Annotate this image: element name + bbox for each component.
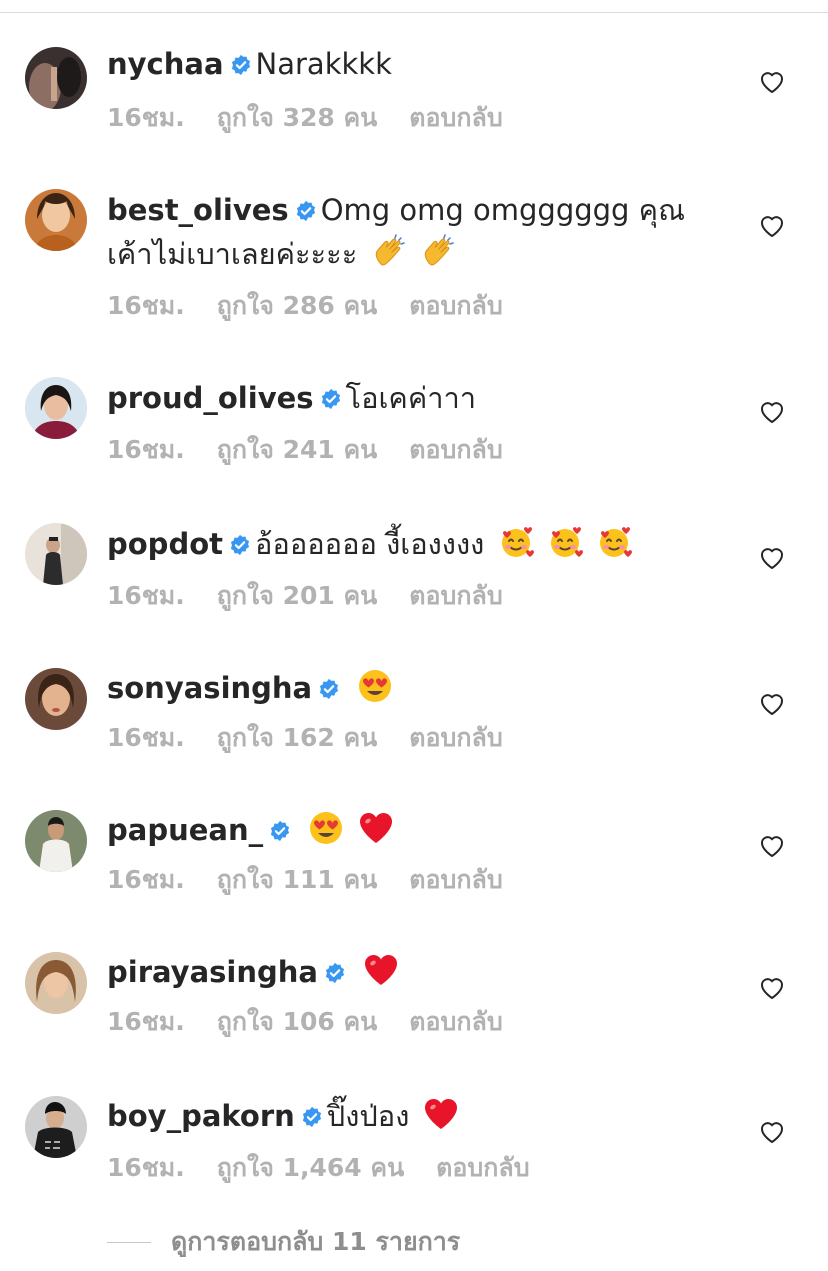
comment-item: proud_olives โอเคค่าาา 16ชม. ถูกใจ 241 คน ต…: [0, 374, 828, 474]
comment-body: อ้ออออออ งี้เองงงง: [255, 527, 485, 561]
comment-body: Narakkkk: [255, 47, 392, 81]
like-heart-icon[interactable]: [759, 214, 785, 238]
view-replies-button[interactable]: ดูการตอบกลับ 11 รายการ: [107, 1222, 460, 1262]
like-heart-icon[interactable]: [759, 1120, 785, 1144]
comment-text: nychaa Narakkkk: [107, 42, 707, 86]
red-heart-emoji: [365, 955, 398, 985]
comment-meta: 16ชม. ถูกใจ 328 คน ตอบกลับ: [107, 98, 535, 138]
comment-time: 16ชม.: [107, 103, 185, 132]
comment-time: 16ชม.: [107, 1153, 185, 1182]
comment-username[interactable]: papuean_: [107, 813, 263, 847]
comment-username[interactable]: sonyasingha: [107, 671, 312, 705]
like-heart-icon[interactable]: [759, 70, 785, 94]
comment-text: papuean_: [107, 808, 707, 852]
comment-item: sonyasingha 16ชม. ถูกใจ 162 คน ตอบกลับ: [0, 664, 828, 764]
comment-meta: 16ชม. ถูกใจ 162 คน ตอบกลับ: [107, 718, 535, 758]
comment-likes[interactable]: ถูกใจ 328 คน: [217, 103, 378, 132]
like-heart-icon[interactable]: [759, 400, 785, 424]
clapping-hands-emoji: [424, 234, 454, 266]
comment-username[interactable]: popdot: [107, 527, 223, 561]
comment-item: pirayasingha 16ชม. ถูกใจ 106 คน ตอบกลับ: [0, 948, 828, 1048]
comment-time: 16ชม.: [107, 435, 185, 464]
view-replies-label: ดูการตอบกลับ 11 รายการ: [171, 1227, 461, 1256]
avatar[interactable]: [25, 523, 87, 585]
comment-likes[interactable]: ถูกใจ 286 คน: [217, 291, 378, 320]
comment-meta: 16ชม. ถูกใจ 1,464 คน ตอบกลับ: [107, 1148, 562, 1188]
smiling-face-with-hearts-emoji: [501, 527, 534, 557]
comment-meta: 16ชม. ถูกใจ 106 คน ตอบกลับ: [107, 1002, 535, 1042]
reply-button[interactable]: ตอบกลับ: [409, 581, 502, 610]
comment-item: best_olives Omg omg omgggggg คุณเค้าไม่เบ…: [0, 186, 828, 326]
clapping-hands-emoji: [375, 234, 405, 266]
comment-body: ปิ๊งป่อง: [326, 1099, 410, 1133]
comment-text: sonyasingha: [107, 666, 707, 710]
comment-likes[interactable]: ถูกใจ 201 คน: [217, 581, 378, 610]
view-replies-rule: [107, 1241, 151, 1243]
comment-item: popdot อ้ออออออ งี้เองงงง 16ชม. ถูกใจ 201 …: [0, 520, 828, 620]
like-heart-icon[interactable]: [759, 976, 785, 1000]
heart-eyes-emoji: [310, 812, 343, 844]
avatar[interactable]: [25, 668, 87, 730]
avatar[interactable]: [25, 189, 87, 251]
reply-button[interactable]: ตอบกลับ: [409, 103, 502, 132]
reply-button[interactable]: ตอบกลับ: [409, 1007, 502, 1036]
comment-meta: 16ชม. ถูกใจ 241 คน ตอบกลับ: [107, 430, 535, 470]
like-heart-icon[interactable]: [759, 546, 785, 570]
smiling-face-with-hearts-emoji: [550, 527, 583, 557]
red-heart-emoji: [424, 1099, 457, 1129]
comment-time: 16ชม.: [107, 1007, 185, 1036]
verified-badge-icon: [271, 820, 290, 842]
comment-text: proud_olives โอเคค่าาา: [107, 376, 707, 420]
comment-likes[interactable]: ถูกใจ 1,464 คน: [217, 1153, 404, 1182]
reply-button[interactable]: ตอบกลับ: [409, 865, 502, 894]
comment-likes[interactable]: ถูกใจ 162 คน: [217, 723, 378, 752]
avatar[interactable]: [25, 810, 87, 872]
comment-username[interactable]: nychaa: [107, 47, 224, 81]
comment-meta: 16ชม. ถูกใจ 111 คน ตอบกลับ: [107, 860, 535, 900]
verified-badge-icon: [320, 678, 339, 700]
red-heart-emoji: [359, 813, 392, 843]
comment-meta: 16ชม. ถูกใจ 201 คน ตอบกลับ: [107, 576, 535, 616]
comment-text: boy_pakorn ปิ๊งป่อง: [107, 1094, 707, 1138]
comment-username[interactable]: boy_pakorn: [107, 1099, 295, 1133]
reply-button[interactable]: ตอบกลับ: [409, 723, 502, 752]
avatar[interactable]: [25, 47, 87, 109]
smiling-face-with-hearts-emoji: [599, 527, 632, 557]
reply-button[interactable]: ตอบกลับ: [409, 291, 502, 320]
comment-username[interactable]: proud_olives: [107, 381, 314, 415]
comment-item: nychaa Narakkkk 16ชม. ถูกใจ 328 คน ตอบกลับ: [0, 40, 828, 140]
verified-badge-icon: [230, 534, 250, 556]
comment-time: 16ชม.: [107, 291, 185, 320]
comment-time: 16ชม.: [107, 723, 185, 752]
avatar[interactable]: [25, 377, 87, 439]
comment-item: papuean_ 16ชม. ถูกใจ 111 คน ตอบกลับ: [0, 806, 828, 906]
comment-meta: 16ชม. ถูกใจ 286 คน ตอบกลับ: [107, 286, 535, 326]
comment-likes[interactable]: ถูกใจ 111 คน: [217, 865, 378, 894]
verified-badge-icon: [321, 388, 340, 410]
verified-badge-icon: [296, 200, 315, 222]
avatar[interactable]: [25, 952, 87, 1014]
comment-username[interactable]: best_olives: [107, 193, 289, 227]
comment-item: boy_pakorn ปิ๊งป่อง 16ชม. ถูกใจ 1,464 คน ตอ…: [0, 1092, 828, 1192]
comment-text: pirayasingha: [107, 950, 707, 994]
comment-time: 16ชม.: [107, 865, 185, 894]
comment-body: โอเคค่าาา: [345, 381, 477, 415]
heart-eyes-emoji: [359, 670, 392, 702]
verified-badge-icon: [325, 962, 345, 984]
like-heart-icon[interactable]: [759, 692, 785, 716]
avatar[interactable]: [25, 1096, 87, 1158]
reply-button[interactable]: ตอบกลับ: [409, 435, 502, 464]
comment-time: 16ชม.: [107, 581, 185, 610]
reply-button[interactable]: ตอบกลับ: [436, 1153, 529, 1182]
verified-badge-icon: [231, 54, 250, 76]
comment-text: popdot อ้ออออออ งี้เองงงง: [107, 522, 707, 566]
comment-text: best_olives Omg omg omgggggg คุณเค้าไม่เบ…: [107, 188, 707, 276]
comment-likes[interactable]: ถูกใจ 241 คน: [217, 435, 378, 464]
top-divider: [0, 12, 828, 13]
comment-username[interactable]: pirayasingha: [107, 955, 318, 989]
like-heart-icon[interactable]: [759, 834, 785, 858]
verified-badge-icon: [302, 1106, 321, 1128]
comment-likes[interactable]: ถูกใจ 106 คน: [217, 1007, 378, 1036]
